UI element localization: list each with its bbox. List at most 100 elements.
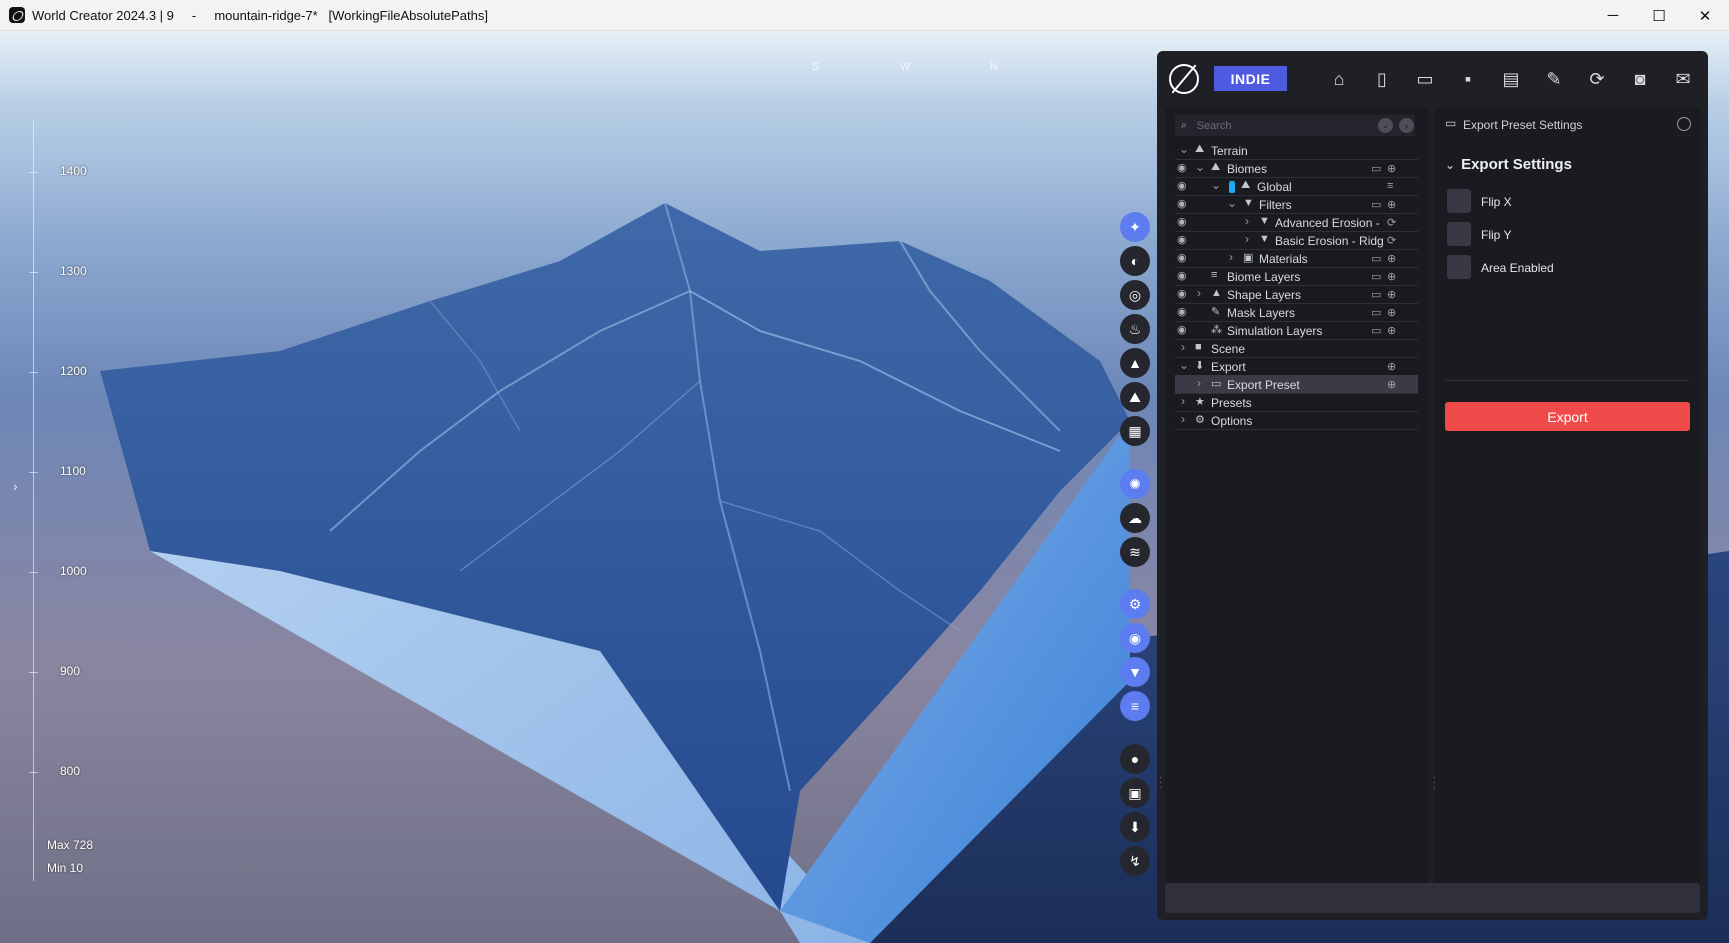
tree-row-shape-layers[interactable]: ◉ › ▲ Shape Layers ▭ ⊕ bbox=[1175, 285, 1418, 304]
edit-icon[interactable]: ✎ bbox=[1538, 63, 1570, 95]
open-folder-icon[interactable]: ▭ bbox=[1409, 63, 1441, 95]
add-icon[interactable]: ⊕ bbox=[1387, 378, 1396, 391]
sync-icon[interactable]: ⟳ bbox=[1387, 216, 1396, 229]
tree-row-options[interactable]: › ⚙ Options bbox=[1175, 411, 1418, 430]
visibility-eye-icon[interactable]: ◉ bbox=[1177, 324, 1191, 336]
chevron-down-icon[interactable]: ⌄ bbox=[1211, 178, 1221, 192]
visibility-eye-icon[interactable]: ◉ bbox=[1177, 252, 1191, 264]
chevron-right-icon[interactable]: › bbox=[1181, 340, 1185, 354]
sky-icon[interactable]: ◎ bbox=[1120, 280, 1150, 310]
fire-icon[interactable]: ♨ bbox=[1120, 314, 1150, 344]
tree-row-materials[interactable]: ◉ › ▣ Materials ▭ ⊕ bbox=[1175, 249, 1418, 268]
expand-left-icon[interactable]: › bbox=[13, 478, 18, 494]
chevron-right-icon[interactable]: › bbox=[1245, 232, 1249, 246]
layers-icon[interactable]: ≡ bbox=[1120, 691, 1150, 721]
search-input[interactable]: Search bbox=[1197, 120, 1232, 132]
expand-all-icon[interactable]: › bbox=[1399, 118, 1414, 133]
tree-row-simulation-layers[interactable]: ◉ ⁂ Simulation Layers ▭ ⊕ bbox=[1175, 321, 1418, 340]
mountain-icon[interactable]: ▲ bbox=[1120, 348, 1150, 378]
tree-row-mask-layers[interactable]: ◉ ✎ Mask Layers ▭ ⊕ bbox=[1175, 303, 1418, 322]
save-as-icon[interactable]: ▤ bbox=[1495, 63, 1527, 95]
chevron-right-icon[interactable]: › bbox=[1181, 394, 1185, 408]
checkbox-box[interactable] bbox=[1447, 222, 1471, 246]
globe-icon[interactable]: ◐ bbox=[1120, 246, 1150, 276]
add-icon[interactable]: ⊕ bbox=[1387, 198, 1396, 211]
visibility-eye-icon[interactable]: ◉ bbox=[1177, 306, 1191, 318]
tree-row-biomes[interactable]: ◉ ⌄ ⛰ Biomes ▭ ⊕ bbox=[1175, 159, 1418, 178]
visibility-eye-icon[interactable]: ◉ bbox=[1177, 270, 1191, 282]
clouds-icon[interactable]: ☁ bbox=[1120, 503, 1150, 533]
visibility-eye-icon[interactable]: ◉ bbox=[1177, 216, 1191, 228]
chevron-right-icon[interactable]: › bbox=[1197, 286, 1201, 300]
add-icon[interactable]: ⊕ bbox=[1387, 162, 1396, 175]
chevron-down-icon[interactable]: ⌄ bbox=[1445, 158, 1455, 172]
chevron-right-icon[interactable]: › bbox=[1229, 250, 1233, 264]
collapse-all-icon[interactable]: ⌄ bbox=[1378, 118, 1393, 133]
landscape-icon[interactable]: ⛰ bbox=[1120, 382, 1150, 412]
tree-row-global[interactable]: ◉ ⌄ ⛰ Global ≡ bbox=[1175, 177, 1418, 196]
folder-icon[interactable]: ▭ bbox=[1371, 324, 1381, 337]
add-icon[interactable]: ⊕ bbox=[1387, 360, 1396, 373]
settings-icon[interactable]: ✺ bbox=[1120, 469, 1150, 499]
visibility-eye-icon[interactable]: ◉ bbox=[1177, 180, 1191, 192]
chevron-down-icon[interactable]: ⌄ bbox=[1179, 142, 1189, 156]
flip-x-checkbox[interactable]: Flip X bbox=[1447, 189, 1647, 213]
image-icon[interactable]: ▣ bbox=[1120, 778, 1150, 808]
save-icon[interactable]: ▪ bbox=[1452, 63, 1484, 95]
grid-icon[interactable]: ▦ bbox=[1120, 416, 1150, 446]
new-file-icon[interactable]: ▯ bbox=[1366, 63, 1398, 95]
add-icon[interactable]: ⊕ bbox=[1387, 288, 1396, 301]
visibility-eye-icon[interactable]: ◉ bbox=[1177, 162, 1191, 174]
folder-icon[interactable]: ▭ bbox=[1371, 306, 1381, 319]
folder-icon[interactable]: ▭ bbox=[1371, 252, 1381, 265]
tree-row-terrain[interactable]: ⌄ ⛰ Terrain bbox=[1175, 141, 1418, 160]
add-icon[interactable]: ⊕ bbox=[1387, 270, 1396, 283]
minimize-button[interactable]: ─ bbox=[1590, 0, 1636, 31]
camera-icon[interactable]: ◙ bbox=[1624, 63, 1656, 95]
add-icon[interactable]: ⊕ bbox=[1387, 252, 1396, 265]
chevron-right-icon[interactable]: › bbox=[1245, 214, 1249, 228]
add-icon[interactable]: ⊕ bbox=[1387, 324, 1396, 337]
help-icon[interactable] bbox=[1677, 117, 1691, 131]
water-icon[interactable]: ≋ bbox=[1120, 537, 1150, 567]
visibility-eye-icon[interactable]: ◉ bbox=[1177, 198, 1191, 210]
folder-icon[interactable]: ▭ bbox=[1371, 198, 1381, 211]
refresh-icon[interactable]: ⟳ bbox=[1581, 63, 1613, 95]
stats-icon[interactable]: ↯ bbox=[1120, 846, 1150, 876]
tree-row-export[interactable]: ⌄ ⬇ Export ⊕ bbox=[1175, 357, 1418, 376]
chevron-down-icon[interactable]: ⌄ bbox=[1227, 196, 1237, 210]
gear-tools-icon[interactable]: ⚙ bbox=[1120, 589, 1150, 619]
tree-row-filters[interactable]: ◉ ⌄ ▼ Filters ▭ ⊕ bbox=[1175, 195, 1418, 214]
checkbox-box[interactable] bbox=[1447, 255, 1471, 279]
home-icon[interactable]: ⌂ bbox=[1323, 63, 1355, 95]
close-button[interactable]: ✕ bbox=[1682, 0, 1728, 31]
tree-row-scene[interactable]: › ■ Scene bbox=[1175, 339, 1418, 358]
eye-icon[interactable]: ◉ bbox=[1120, 623, 1150, 653]
filter-icon[interactable]: ▼ bbox=[1120, 657, 1150, 687]
record-icon[interactable]: ● bbox=[1120, 744, 1150, 774]
tree-row-basic-erosion[interactable]: ◉ › ▼ Basic Erosion - Ridged ⟳ bbox=[1175, 231, 1418, 250]
section-title[interactable]: ⌄ Export Settings bbox=[1445, 156, 1572, 173]
sync-icon[interactable]: ⟳ bbox=[1387, 234, 1396, 247]
chevron-down-icon[interactable]: ⌄ bbox=[1195, 160, 1205, 174]
tree-row-export-preset[interactable]: › ▭ Export Preset ⊕ bbox=[1175, 375, 1418, 394]
flip-y-checkbox[interactable]: Flip Y bbox=[1447, 222, 1647, 246]
folder-icon[interactable]: ▭ bbox=[1371, 162, 1381, 175]
checkbox-box[interactable] bbox=[1447, 189, 1471, 213]
chevron-right-icon[interactable]: › bbox=[1181, 412, 1185, 426]
chat-icon[interactable]: ✉ bbox=[1667, 63, 1699, 95]
export-button[interactable]: Export bbox=[1445, 402, 1690, 431]
visibility-eye-icon[interactable]: ◉ bbox=[1177, 288, 1191, 300]
download-icon[interactable]: ⬇ bbox=[1120, 812, 1150, 842]
tree-row-advanced-erosion[interactable]: ◉ › ▼ Advanced Erosion - Se ⟳ bbox=[1175, 213, 1418, 232]
add-icon[interactable]: ⊕ bbox=[1387, 306, 1396, 319]
tree-row-biome-layers[interactable]: ◉ ≡ Biome Layers ▭ ⊕ bbox=[1175, 267, 1418, 286]
visibility-eye-icon[interactable]: ◉ bbox=[1177, 234, 1191, 246]
folder-icon[interactable]: ▭ bbox=[1371, 288, 1381, 301]
compass-icon[interactable]: ✦ bbox=[1120, 212, 1150, 242]
chevron-right-icon[interactable]: › bbox=[1197, 376, 1201, 390]
layers-icon[interactable]: ≡ bbox=[1387, 180, 1393, 192]
area-enabled-checkbox[interactable]: Area Enabled bbox=[1447, 255, 1647, 279]
folder-icon[interactable]: ▭ bbox=[1371, 270, 1381, 283]
tree-row-presets[interactable]: › ★ Presets bbox=[1175, 393, 1418, 412]
